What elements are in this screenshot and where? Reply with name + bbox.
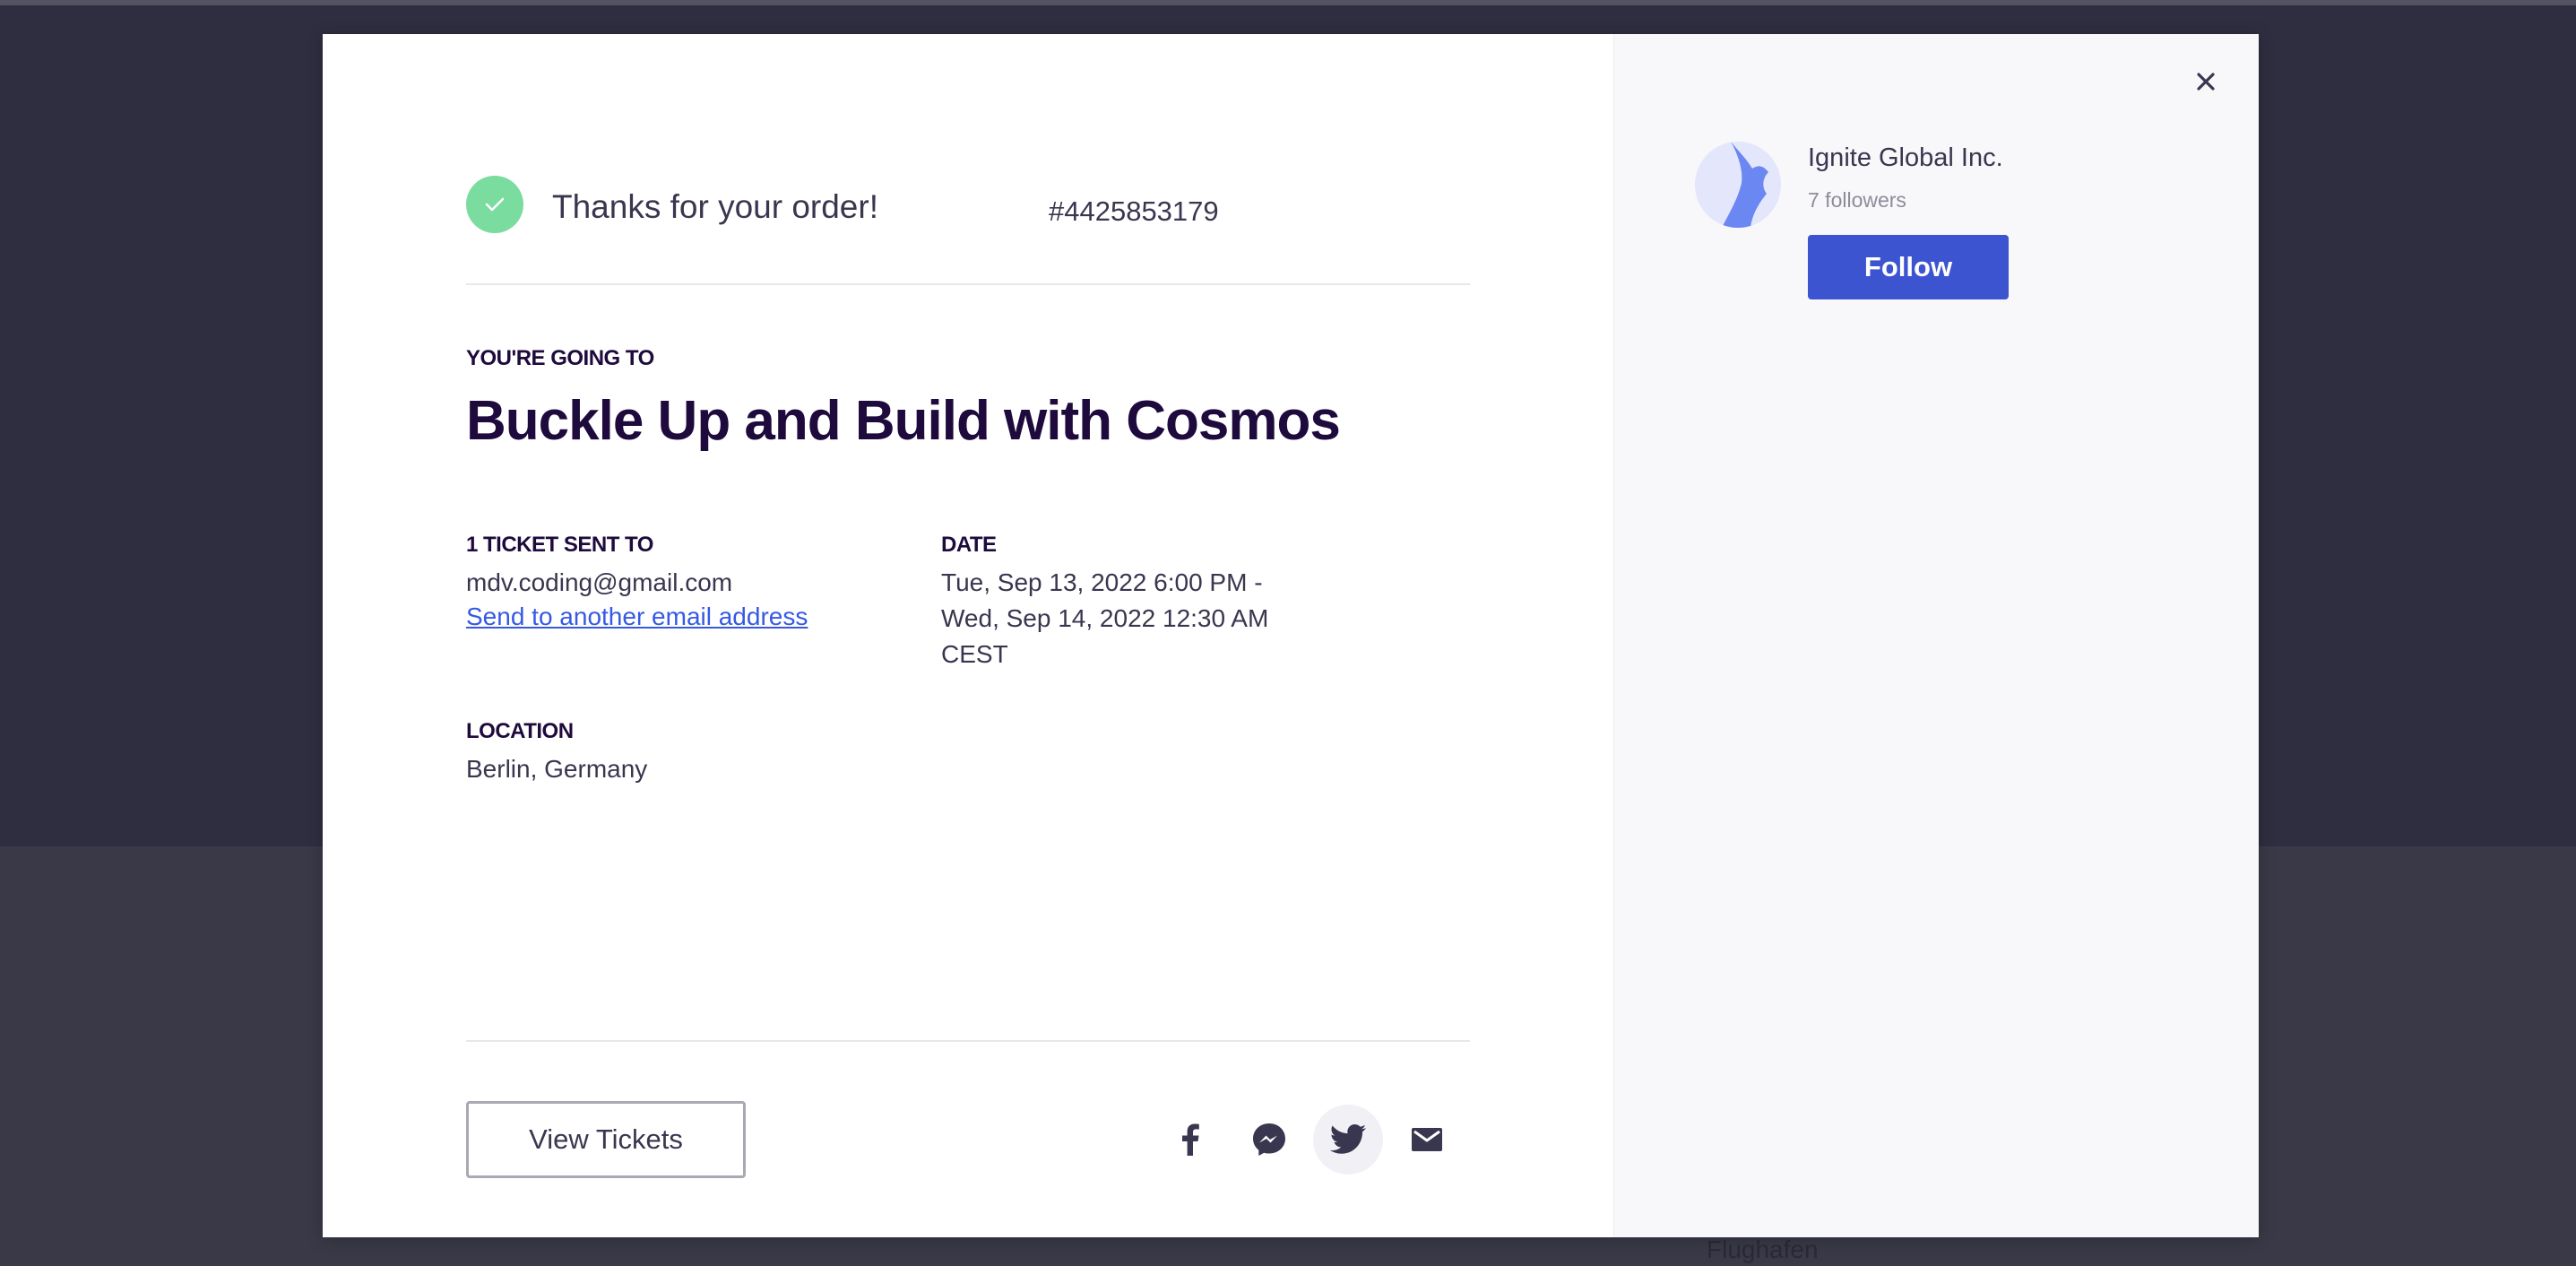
organizer-avatar[interactable] <box>1695 142 1781 228</box>
order-confirmation-modal: Thanks for your order! #4425853179 YOU'R… <box>323 34 2259 1237</box>
success-check-icon <box>466 176 523 233</box>
location-value: Berlin, Germany <box>466 755 648 783</box>
confirmation-header: Thanks for your order! #4425853179 <box>466 149 1470 285</box>
send-another-email-link[interactable]: Send to another email address <box>466 603 808 631</box>
view-tickets-button[interactable]: View Tickets <box>466 1101 746 1178</box>
facebook-icon[interactable] <box>1155 1105 1225 1175</box>
date-label: DATE <box>941 533 997 557</box>
footer-divider <box>466 1040 1470 1042</box>
date-line-1: Tue, Sep 13, 2022 6:00 PM - <box>941 568 1263 596</box>
follow-button[interactable]: Follow <box>1808 235 2009 299</box>
location-label: LOCATION <box>466 719 574 743</box>
going-to-label: YOU'RE GOING TO <box>466 346 654 370</box>
order-number: #4425853179 <box>1049 195 1219 227</box>
date-timezone: CEST <box>941 640 1008 668</box>
organizer-sidebar: Ignite Global Inc. 7 followers Follow <box>1613 34 2259 1237</box>
ticket-email: mdv.coding@gmail.com <box>466 568 733 596</box>
modal-main-panel: Thanks for your order! #4425853179 YOU'R… <box>323 34 1613 1237</box>
tickets-sent-label: 1 TICKET SENT TO <box>466 533 653 557</box>
event-title: Buckle Up and Build with Cosmos <box>466 390 1341 452</box>
follower-count: 7 followers <box>1808 188 1906 212</box>
messenger-icon[interactable] <box>1234 1105 1304 1175</box>
twitter-icon[interactable] <box>1313 1105 1383 1175</box>
email-icon[interactable] <box>1392 1105 1462 1175</box>
background-ghost-text: Flughafen <box>1707 1236 1819 1263</box>
close-icon[interactable] <box>2183 59 2228 104</box>
thanks-message: Thanks for your order! <box>552 188 878 225</box>
date-line-2: Wed, Sep 14, 2022 12:30 AM <box>941 604 1269 632</box>
organizer-name[interactable]: Ignite Global Inc. <box>1808 143 2003 173</box>
